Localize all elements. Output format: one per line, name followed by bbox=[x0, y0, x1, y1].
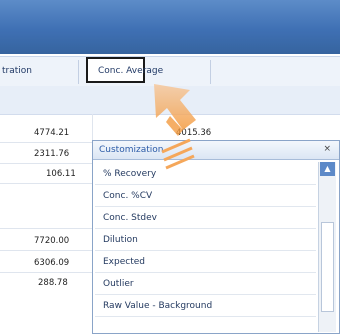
menu-item-outlier[interactable]: Outlier bbox=[95, 274, 316, 295]
cell-value: 4774.21 bbox=[34, 128, 70, 138]
menu-item-conc-cv[interactable]: Conc. %CV bbox=[95, 186, 316, 207]
menu-item-conc-stdev[interactable]: Conc. Stdev bbox=[95, 208, 316, 229]
cell-value: 106.11 bbox=[46, 169, 76, 179]
row-divider bbox=[0, 163, 92, 164]
column-separator bbox=[78, 60, 79, 84]
cell-value: 7720.00 bbox=[34, 236, 70, 246]
scroll-thumb[interactable] bbox=[321, 222, 334, 312]
cell-value: 6306.09 bbox=[34, 258, 70, 268]
column-separator bbox=[210, 60, 211, 84]
menu-item-expected[interactable]: Expected bbox=[95, 252, 316, 273]
drag-arrow-icon bbox=[154, 84, 196, 170]
popup-header: Customization × bbox=[93, 141, 339, 160]
row-divider bbox=[0, 250, 92, 251]
column-header-concentration[interactable]: tration bbox=[2, 66, 32, 76]
window-title-bar bbox=[0, 0, 340, 54]
close-icon[interactable]: × bbox=[323, 144, 331, 154]
customization-popup: Customization × % Recovery Conc. %CV Con… bbox=[92, 140, 340, 334]
row-divider bbox=[0, 228, 92, 229]
menu-item-raw-value-background[interactable]: Raw Value - Background bbox=[95, 296, 316, 317]
row-divider bbox=[0, 183, 92, 184]
column-header-conc-average[interactable]: Conc. Average bbox=[98, 66, 163, 76]
row-divider bbox=[0, 272, 92, 273]
scroll-up-icon[interactable]: ▲ bbox=[320, 162, 335, 176]
popup-scrollbar[interactable]: ▲ bbox=[318, 162, 336, 332]
row-divider bbox=[0, 142, 92, 143]
menu-item-percent-recovery[interactable]: % Recovery bbox=[95, 164, 316, 185]
cell-value: 288.78 bbox=[38, 278, 68, 288]
cell-value: 2311.76 bbox=[34, 149, 70, 159]
menu-item-dilution[interactable]: Dilution bbox=[95, 230, 316, 251]
